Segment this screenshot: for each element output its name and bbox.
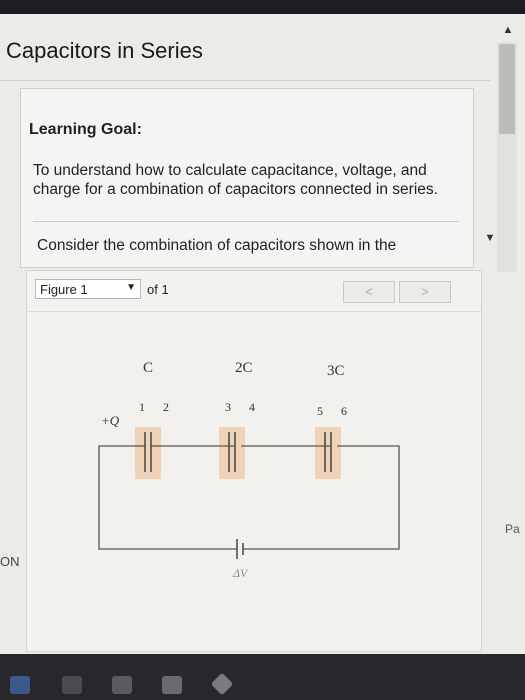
plate-label-4: 4 [249,400,255,414]
plate-label-3: 3 [225,400,231,414]
plate-label-6: 6 [341,404,347,418]
next-figure-button[interactable]: > [399,281,451,303]
capacitor-3c-highlight [315,427,341,479]
prev-figure-button[interactable]: < [343,281,395,303]
figure-select[interactable]: Figure 1 ▼ [35,279,141,299]
capacitor-3c-label: 3C [327,363,345,379]
app-icon-3[interactable] [112,676,132,694]
screen: Capacitors in Series ▲ Learning Goal: To… [0,14,525,654]
figure-divider [27,311,481,312]
figure-select-value: Figure 1 [40,282,88,297]
page-title: Capacitors in Series [6,38,203,63]
wire-left [98,445,237,550]
app-icon-5[interactable] [210,672,234,696]
circuit-diagram: C 2C 3C 1 2 3 4 5 6 +Q ΔV [98,360,400,580]
charge-label: +Q [101,413,120,428]
app-icon-4[interactable] [162,676,182,694]
figure-count: of 1 [147,282,169,297]
capacitor-2c-highlight [219,427,245,479]
top-bezel [0,0,525,14]
consider-text: Consider the combination of capacitors s… [37,237,397,254]
plate-label-2: 2 [163,400,169,414]
capacitor-2c-label: 2C [235,360,253,376]
scrollbar-thumb[interactable] [499,44,515,134]
scroll-up-icon[interactable]: ▲ [498,24,518,38]
side-text-left: ON [0,554,20,569]
figure-nav: < > [343,281,451,303]
learning-goal-text: To understand how to calculate capacitan… [33,162,438,198]
side-text-right: Pa [505,522,520,536]
app-icon-2[interactable] [62,676,82,694]
chevron-down-icon: ▼ [126,282,136,293]
plate-label-5: 5 [317,404,323,418]
voltage-label: ΔV [232,566,249,580]
plate-label-1: 1 [139,400,145,414]
learning-goal-box: Learning Goal: To understand how to calc… [20,88,474,268]
taskbar [0,654,525,700]
learning-goal-heading: Learning Goal: [29,121,142,138]
capacitor-c-highlight [135,427,161,479]
figure-panel: Figure 1 ▼ of 1 < > C 2C 3C 1 2 3 4 5 6 … [26,270,482,652]
capacitor-c-label: C [143,360,153,376]
title-divider [0,80,490,81]
goal-divider [33,221,459,222]
app-icon-1[interactable] [10,676,30,694]
scroll-down-icon[interactable]: ▼ [480,232,500,246]
